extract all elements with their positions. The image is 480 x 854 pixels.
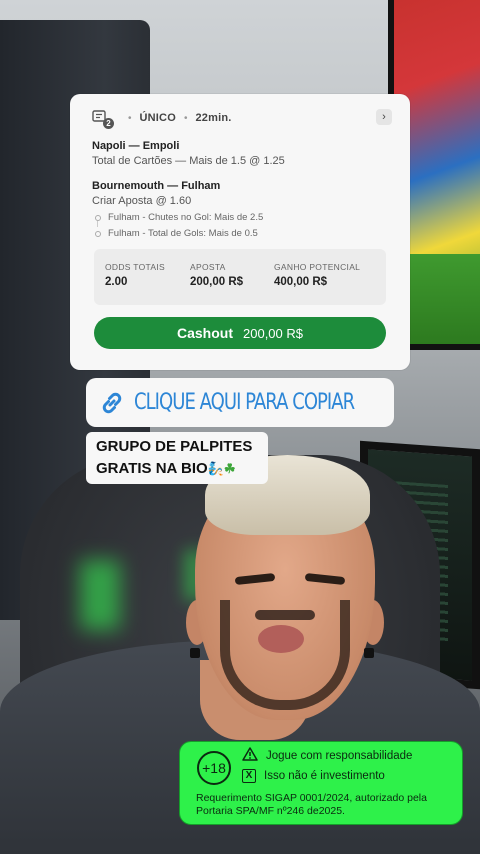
separator-dot: • xyxy=(128,112,132,124)
bet-type: ÚNICO xyxy=(139,112,176,124)
match-teams: Bournemouth — Fulham xyxy=(92,180,221,192)
age-restriction-badge: +18 xyxy=(197,751,231,785)
potential-win-value: 400,00 R$ xyxy=(274,276,328,288)
total-odds: ODDS TOTAIS 2.00 xyxy=(105,262,190,305)
group-caption-line1: GRUPO DE PALPITES xyxy=(96,438,253,455)
group-caption-line2: GRATIS NA BIO xyxy=(96,460,208,477)
earring xyxy=(364,648,374,658)
separator-dot: • xyxy=(183,112,188,124)
bet-totals-panel: ODDS TOTAIS 2.00 APOSTA 200,00 R$ GANHO … xyxy=(94,249,386,305)
match-1: Napoli — Empoli Total de Cartões — Mais … xyxy=(92,140,392,170)
earring xyxy=(190,648,200,658)
match-market: Total de Cartões — Mais de 1.5 @ 1.25 xyxy=(92,155,285,167)
genie-emoji-icon: 🧞 xyxy=(207,461,224,476)
cashout-label: Cashout xyxy=(177,325,233,341)
not-investment-row: X Isso não é investimento xyxy=(242,769,385,783)
chevron-right-icon[interactable]: › xyxy=(376,109,392,125)
bet-slip-header: 2 • ÚNICO • 22min. › xyxy=(92,108,392,129)
x-box-icon: X xyxy=(242,769,256,783)
ticket-icon: 2 xyxy=(92,110,114,129)
chair-light xyxy=(80,560,120,630)
responsible-gambling-disclaimer: +18 Jogue com responsabilidade X Isso nã… xyxy=(179,741,463,825)
warning-text: Jogue com responsabilidade xyxy=(266,749,413,762)
match-2: Bournemouth — Fulham Criar Aposta @ 1.60… xyxy=(92,180,392,242)
bet-slip-card: 2 • ÚNICO • 22min. › Napoli — Empoli Tot… xyxy=(70,94,410,370)
person-lips xyxy=(258,625,304,653)
total-odds-label: ODDS TOTAIS xyxy=(105,262,165,272)
ticket-count-badge: 2 xyxy=(103,118,114,129)
group-caption: GRUPO DE PALPITES GRATIS NA BIO🧞☘ xyxy=(86,432,268,484)
copy-link-banner[interactable]: CLIQUE AQUI PARA COPIAR xyxy=(86,378,394,427)
warning-row: Jogue com responsabilidade xyxy=(242,747,412,764)
stake-value: 200,00 R$ xyxy=(190,276,244,288)
stake-label: APOSTA xyxy=(190,262,226,272)
potential-win-label: GANHO POTENCIAL xyxy=(274,262,361,272)
warning-triangle-icon xyxy=(242,747,258,764)
match-teams: Napoli — Empoli xyxy=(92,140,180,152)
potential-win: GANHO POTENCIAL 400,00 R$ xyxy=(274,262,360,305)
total-odds-value: 2.00 xyxy=(105,276,128,288)
stake: APOSTA 200,00 R$ xyxy=(190,262,274,305)
group-caption-line2-wrap: GRATIS NA BIO🧞☘ xyxy=(96,458,260,480)
bet-time: 22min. xyxy=(195,112,232,124)
legal-text: Requerimento SIGAP 0001/2024, autorizado… xyxy=(196,792,427,817)
link-icon xyxy=(98,389,126,417)
bet-builder-leg: Fulham - Chutes no Gol: Mais de 2.5 xyxy=(92,210,392,227)
cashout-amount: 200,00 R$ xyxy=(243,325,303,341)
not-investment-text: Isso não é investimento xyxy=(264,770,385,782)
person-mustache xyxy=(255,610,315,620)
clover-emoji-icon: ☘ xyxy=(223,461,236,476)
bet-builder-leg: Fulham - Total de Gols: Mais de 0.5 xyxy=(92,226,392,242)
copy-link-text: CLIQUE AQUI PARA COPIAR xyxy=(134,390,355,415)
cashout-button[interactable]: Cashout 200,00 R$ xyxy=(94,317,386,349)
match-market: Criar Aposta @ 1.60 xyxy=(92,195,192,207)
